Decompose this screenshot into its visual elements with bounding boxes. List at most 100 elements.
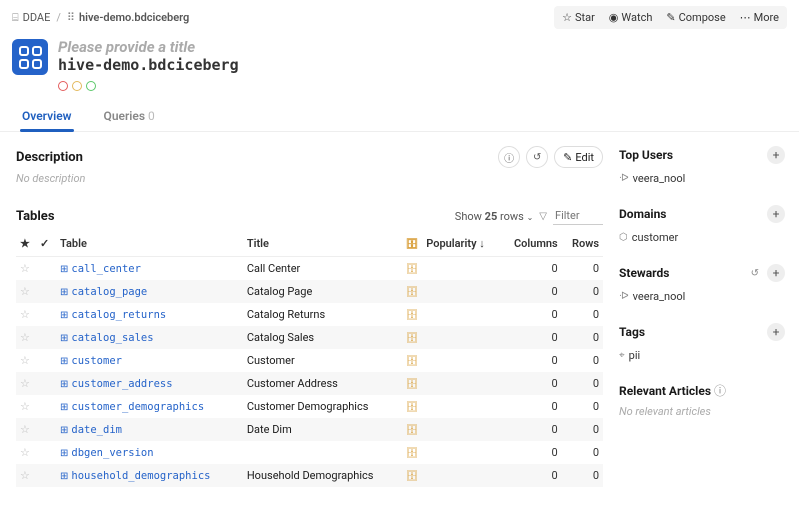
table-link[interactable]: ⊞catalog_sales [60,332,154,344]
funnel-icon[interactable]: ▽ [539,211,547,222]
watch-button[interactable]: ◉Watch [603,8,659,27]
col-briefcase[interactable]: 🗄 [402,231,423,257]
col-columns[interactable]: Columns [501,231,562,257]
row-star[interactable]: ☆ [20,285,30,298]
briefcase-icon[interactable]: 🗄 [406,264,419,275]
domain-item[interactable]: ⬡customer [619,229,785,246]
info-button[interactable]: ⓘ [498,146,520,168]
columns-cell: 0 [501,395,562,418]
table-link[interactable]: ⊞catalog_page [60,286,147,298]
tag-item[interactable]: ⌖pii [619,347,785,364]
columns-cell: 0 [501,280,562,303]
history-button[interactable]: ↺ [526,146,548,168]
row-star[interactable]: ☆ [20,354,30,367]
history-icon[interactable]: ↺ [751,268,759,279]
popularity-cell [422,303,500,326]
col-title[interactable]: Title [243,231,402,257]
tab-queries[interactable]: Queries0 [102,109,157,131]
briefcase-icon[interactable]: 🗄 [406,356,419,367]
row-star[interactable]: ☆ [20,377,30,390]
compose-button[interactable]: ✎Compose [660,8,731,27]
briefcase-icon[interactable]: 🗄 [406,287,419,298]
breadcrumb-root[interactable]: DDAE [23,11,51,24]
steward-item[interactable]: ᐒveera_nool [619,288,785,305]
status-dot-green[interactable] [86,81,96,91]
tab-overview[interactable]: Overview [20,109,74,131]
table-title: Household Demographics [243,464,402,487]
row-star[interactable]: ☆ [20,423,30,436]
add-tag-button[interactable]: + [767,323,785,341]
briefcase-icon[interactable]: 🗄 [406,310,419,321]
table-icon: ⊞ [60,287,68,298]
table-icon: ⊞ [60,471,68,482]
popularity-cell [422,326,500,349]
table-link[interactable]: ⊞catalog_returns [60,309,166,321]
columns-cell: 0 [501,303,562,326]
add-steward-button[interactable]: + [767,264,785,282]
columns-cell: 0 [501,464,562,487]
table-link[interactable]: ⊞call_center [60,263,141,275]
table-link[interactable]: ⊞household_demographics [60,470,210,482]
col-check[interactable]: ✓ [36,231,56,257]
row-star[interactable]: ☆ [20,331,30,344]
table-title: Customer [243,349,402,372]
table-icon: ⊞ [60,333,68,344]
table-link[interactable]: ⊞customer_address [60,378,173,390]
briefcase-icon[interactable]: 🗄 [406,379,419,390]
title-placeholder[interactable]: Please provide a title [58,39,239,56]
add-domain-button[interactable]: + [767,205,785,223]
table-link[interactable]: ⊞customer [60,355,122,367]
table-row: ☆⊞catalog_salesCatalog Sales🗄00 [16,326,603,349]
add-top-user-button[interactable]: + [767,146,785,164]
row-star[interactable]: ☆ [20,308,30,321]
rows-cell: 0 [562,303,603,326]
star-button[interactable]: ☆Star [556,8,601,27]
edit-button[interactable]: ✎Edit [554,146,603,168]
col-table[interactable]: Table [56,231,243,257]
row-star[interactable]: ☆ [20,262,30,275]
pencil-icon: ✎ [563,151,572,164]
rows-cell: 0 [562,464,603,487]
table-row: ☆⊞catalog_returnsCatalog Returns🗄00 [16,303,603,326]
dots-icon: ⋯ [740,11,751,24]
col-rows[interactable]: Rows [562,231,603,257]
table-link[interactable]: ⊞customer_demographics [60,401,204,413]
row-star[interactable]: ☆ [20,400,30,413]
row-star[interactable]: ☆ [20,469,30,482]
chevron-down-icon: ⌄ [527,213,534,222]
col-popularity[interactable]: Popularity ↓ [422,231,500,257]
top-user-item[interactable]: ᐒveera_nool [619,170,785,187]
header-actions: ☆Star ◉Watch ✎Compose ⋯More [554,6,787,29]
table-row: ☆⊞customerCustomer🗄00 [16,349,603,372]
columns-cell: 0 [501,441,562,464]
show-rows-label[interactable]: Show 25 rows ⌄ [455,210,534,223]
table-title: Customer Demographics [243,395,402,418]
status-dot-red[interactable] [58,81,68,91]
description-heading: Description [16,150,83,165]
columns-cell: 0 [501,326,562,349]
row-star[interactable]: ☆ [20,446,30,459]
col-star[interactable]: ★ [16,231,36,257]
table-title: Call Center [243,257,402,281]
info-icon[interactable]: ⓘ [714,384,726,398]
table-row: ☆⊞date_dimDate Dim🗄00 [16,418,603,441]
more-button[interactable]: ⋯More [734,8,785,27]
briefcase-icon[interactable]: 🗄 [406,448,419,459]
table-link[interactable]: ⊞dbgen_version [60,447,154,459]
tag-icon: ⌖ [619,350,625,361]
schema-logo [12,39,48,75]
status-dot-yellow[interactable] [72,81,82,91]
breadcrumb-current[interactable]: hive-demo.bdciceberg [79,11,189,24]
briefcase-icon[interactable]: 🗄 [406,333,419,344]
table-row: ☆⊞customer_addressCustomer Address🗄00 [16,372,603,395]
rows-cell: 0 [562,257,603,281]
briefcase-icon[interactable]: 🗄 [406,425,419,436]
table-icon: ⊞ [60,448,68,459]
briefcase-icon[interactable]: 🗄 [406,402,419,413]
briefcase-icon[interactable]: 🗄 [406,471,419,482]
articles-heading: Relevant Articles ⓘ [619,382,726,399]
table-icon: ⊞ [60,379,68,390]
table-icon: ⊞ [60,356,68,367]
table-link[interactable]: ⊞date_dim [60,424,122,436]
filter-input[interactable] [553,207,603,225]
